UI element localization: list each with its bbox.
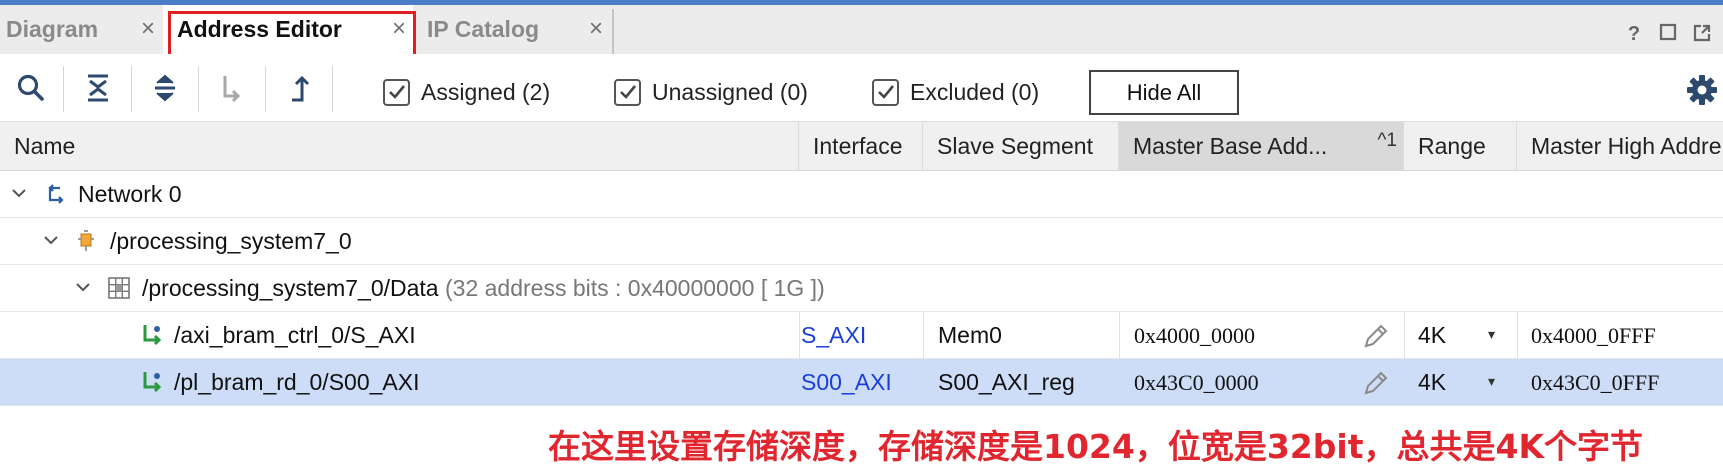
tab-address-editor[interactable]: Address Editor × [163, 5, 413, 54]
window-controls: ? [1623, 23, 1723, 53]
search-icon[interactable] [9, 66, 53, 110]
tree-row-network[interactable]: Network 0 [0, 171, 1723, 218]
tree-row-data-space[interactable]: /processing_system7_0/Data (32 address b… [0, 265, 1723, 312]
maximize-icon[interactable] [1657, 23, 1679, 45]
network-label: Network 0 [78, 181, 182, 207]
column-header-interface[interactable]: Interface [799, 122, 923, 171]
toolbar-divider [332, 66, 333, 112]
column-divider [1517, 312, 1518, 359]
column-divider [799, 312, 800, 359]
column-header-name[interactable]: Name [0, 122, 799, 171]
tab-diagram-close-icon[interactable]: × [141, 17, 155, 41]
filter-unassigned-label: Unassigned (0) [652, 78, 808, 105]
slave-interface-icon [143, 325, 162, 346]
expand-all-icon[interactable] [143, 66, 187, 110]
column-header-master-high-address[interactable]: Master High Addre [1517, 122, 1723, 171]
tab-ip-catalog[interactable]: IP Catalog × [413, 5, 613, 54]
pencil-edit-icon[interactable] [1361, 321, 1391, 351]
collapse-all-icon[interactable] [76, 66, 120, 110]
range-dropdown-icon[interactable]: ▾ [1488, 326, 1495, 343]
tab-ip-catalog-close-icon[interactable]: × [589, 17, 603, 41]
slave-interface-icon [143, 372, 162, 393]
data-space-detail: (32 address bits : 0x40000000 [ 1G ]) [445, 275, 825, 301]
network-icon [48, 184, 64, 204]
row-master-high-address: 0x4000_0FFF [1531, 323, 1656, 348]
row-interface-link[interactable]: S00_AXI [801, 359, 892, 405]
column-divider [923, 312, 924, 359]
processor-label: /processing_system7_0 [110, 228, 352, 254]
tab-diagram-label: Diagram [6, 16, 99, 42]
checkbox-excluded[interactable] [872, 78, 899, 106]
row-range-value[interactable]: 4K [1418, 359, 1446, 405]
annotation-note: 在这里设置存储深度，存储深度是1024，位宽是32bit，总共是4K个字节 [548, 427, 1644, 466]
chevron-down-icon[interactable] [9, 183, 29, 203]
filter-excluded-label: Excluded (0) [910, 78, 1040, 105]
checkbox-unassigned[interactable] [614, 78, 641, 106]
tab-address-editor-close-icon[interactable]: × [392, 17, 406, 41]
sort-ascending-indicator: ^1 [1377, 130, 1397, 151]
row-master-base-address[interactable]: 0x4000_0000 [1134, 312, 1255, 358]
filter-assigned[interactable]: Assigned (2) [383, 77, 550, 107]
column-header-range[interactable]: Range [1404, 122, 1517, 171]
address-space-grid-icon [108, 277, 130, 299]
hide-all-button[interactable]: Hide All [1089, 70, 1239, 115]
previous-arrow-icon[interactable] [277, 66, 321, 110]
filter-assigned-label: Assigned (2) [421, 78, 551, 105]
next-arrow-icon[interactable] [210, 66, 254, 110]
row-master-base-address[interactable]: 0x43C0_0000 [1134, 359, 1259, 405]
column-header-master-base-address[interactable]: Master Base Add... ^1 [1119, 122, 1404, 171]
toolbar: Assigned (2) Unassigned (0) Excluded (0)… [0, 54, 1723, 122]
tab-bar: Diagram × Address Editor × IP Catalog × … [0, 5, 1723, 56]
range-dropdown-icon[interactable]: ▾ [1488, 373, 1495, 390]
filter-unassigned[interactable]: Unassigned (0) [614, 77, 808, 107]
row-slave-segment: S00_AXI_reg [938, 369, 1075, 395]
tab-ip-catalog-label: IP Catalog [427, 16, 540, 42]
column-divider [1404, 312, 1405, 359]
row-interface-link[interactable]: S_AXI [801, 312, 866, 358]
toolbar-divider [198, 66, 199, 112]
tab-diagram[interactable]: Diagram × [0, 5, 163, 54]
column-divider [1119, 312, 1120, 359]
tree-row-processor[interactable]: /processing_system7_0 [0, 218, 1723, 265]
tab-address-editor-label: Address Editor [177, 16, 342, 42]
chevron-down-icon[interactable] [41, 230, 61, 250]
filter-excluded[interactable]: Excluded (0) [872, 77, 1039, 107]
tab-divider [612, 9, 614, 56]
toolbar-divider [131, 66, 132, 112]
table-row[interactable]: /axi_bram_ctrl_0/S_AXI S_AXI Mem0 0x4000… [0, 312, 1723, 359]
column-header-master-base-label: Master Base Add... [1133, 133, 1328, 159]
row-slave-segment: Mem0 [938, 322, 1002, 348]
processor-icon [78, 230, 94, 251]
column-header-slave-segment[interactable]: Slave Segment [923, 122, 1119, 171]
chevron-down-icon[interactable] [73, 277, 93, 297]
data-space-label: /processing_system7_0/Data (32 address b… [142, 265, 825, 311]
row-master-high-address: 0x43C0_0FFF [1531, 370, 1660, 395]
row-name: /axi_bram_ctrl_0/S_AXI [174, 322, 416, 348]
help-icon[interactable]: ? [1623, 23, 1645, 45]
table-row[interactable]: /pl_bram_rd_0/S00_AXI S00_AXI S00_AXI_re… [0, 359, 1723, 406]
pencil-edit-icon[interactable] [1361, 368, 1391, 398]
table-header: Name Interface Slave Segment Master Base… [0, 122, 1723, 171]
toolbar-divider [63, 66, 64, 112]
data-space-path: /processing_system7_0/Data [142, 275, 439, 301]
row-name: /pl_bram_rd_0/S00_AXI [174, 369, 420, 395]
row-range-value[interactable]: 4K [1418, 312, 1446, 358]
checkbox-assigned[interactable] [383, 78, 410, 106]
gear-icon[interactable] [1686, 74, 1718, 106]
toolbar-divider [265, 66, 266, 112]
float-window-icon[interactable] [1691, 23, 1713, 45]
